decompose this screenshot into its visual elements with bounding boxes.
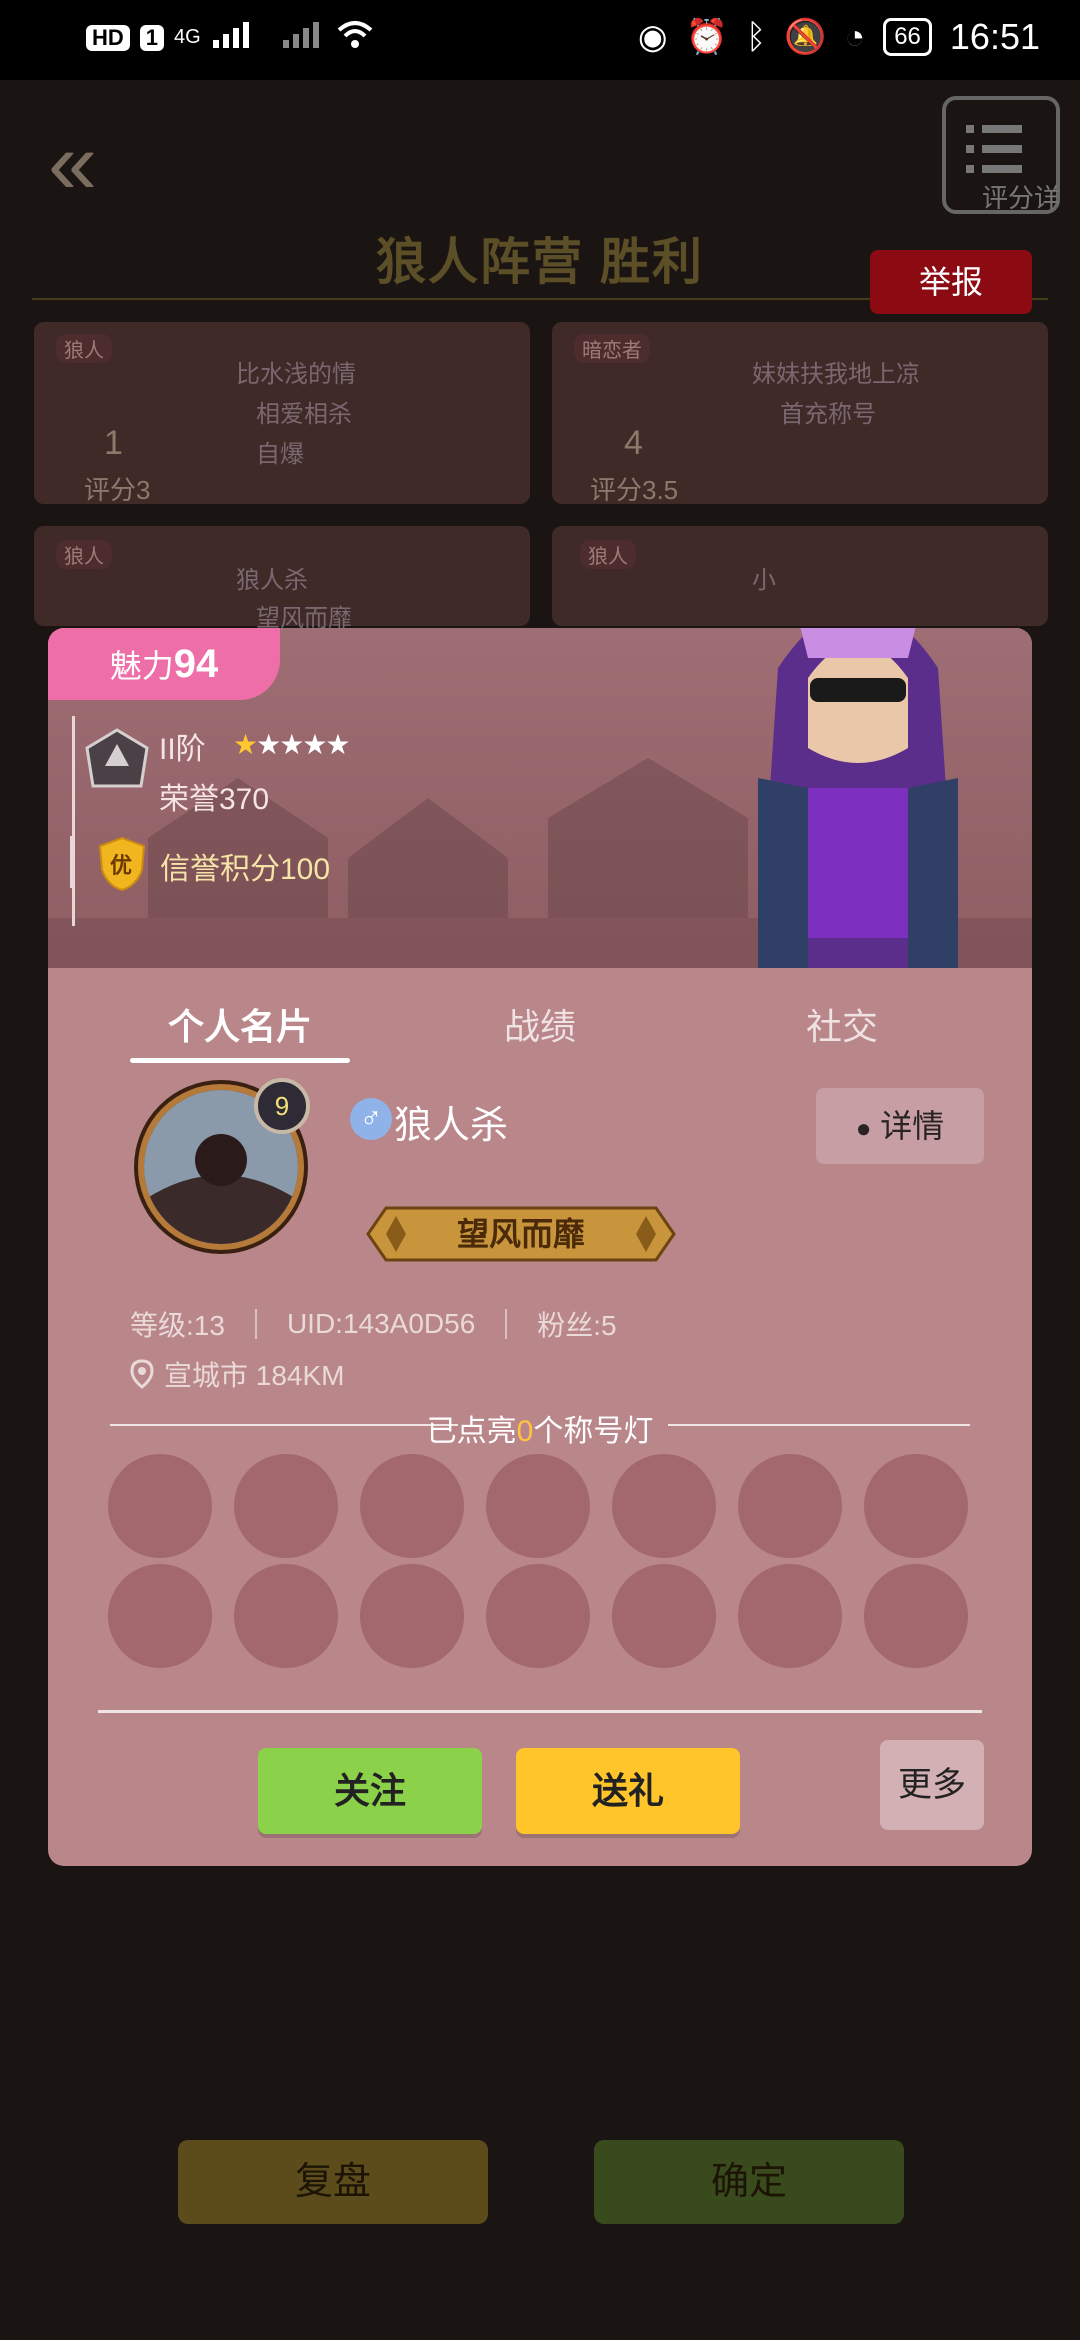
charm-label: 魅力 [109, 648, 174, 684]
title-lamp[interactable] [738, 1564, 842, 1668]
tab-profile-card[interactable]: 个人名片 [130, 998, 350, 1050]
role-tag: 狼人 [56, 334, 112, 363]
title-lamp[interactable] [612, 1564, 716, 1668]
lamp-count: 0 [516, 1415, 534, 1448]
role-tag: 狼人 [56, 540, 112, 569]
player-tag: 相爱相杀 [256, 401, 352, 428]
player-tag: 首充称号 [780, 401, 876, 428]
rank-emblem-icon [85, 728, 149, 788]
profile-tabs: 个人名片 战绩 社交 [48, 968, 1032, 1068]
tab-record[interactable]: 战绩 [430, 998, 650, 1050]
lamp-suffix: 个称号灯 [533, 1415, 654, 1448]
player-level: 等级:13 [130, 1310, 225, 1341]
action-divider [98, 1710, 982, 1713]
title-lamp[interactable] [234, 1454, 338, 1558]
alarm-icon: ⏰ [685, 18, 728, 56]
title-lamp[interactable] [864, 1454, 968, 1558]
sim-indicator: 1 [139, 24, 165, 51]
active-tab-indicator [130, 1058, 350, 1063]
signal-icon-2 [281, 18, 325, 57]
lamp-prefix: 已点亮 [426, 1415, 517, 1448]
title-lamp-header: 已点亮0个称号灯 [48, 1406, 1032, 1450]
bluetooth-icon: ᛒ [745, 17, 767, 56]
more-button[interactable]: 更多 [880, 1740, 984, 1830]
player-profile-dialog: 魅力94 II阶 ★★★★★ 荣誉370 优 信誉积分100 个人名片 战绩 社… [48, 628, 1032, 1866]
confirm-button[interactable]: 确定 [594, 2140, 904, 2224]
gift-button[interactable]: 送礼 [516, 1748, 740, 1834]
rank-level: II阶 [159, 733, 206, 766]
player-nickname: 狼人杀 [394, 1105, 509, 1147]
location-text: 宣城市 184KM [164, 1360, 345, 1391]
speed-icon: ◔ [844, 17, 866, 56]
title-lamp[interactable] [612, 1454, 716, 1558]
title-lamp[interactable] [360, 1454, 464, 1558]
eye-icon: ◉ [637, 18, 668, 56]
detail-button[interactable]: ● 详情 [816, 1088, 984, 1164]
player-fans: 粉丝:5 [537, 1310, 617, 1341]
rank-block: II阶 ★★★★★ 荣誉370 [72, 716, 395, 926]
title-lamp[interactable] [486, 1564, 590, 1668]
stats-separator [505, 1309, 508, 1339]
player-name: 妹妹扶我地上凉 [752, 361, 920, 388]
tab-social[interactable]: 社交 [732, 998, 952, 1050]
title-lamp[interactable] [738, 1454, 842, 1558]
player-extra: 自爆 [256, 441, 304, 468]
rate-detail-label: 评分详 [981, 183, 1060, 213]
follow-button[interactable]: 关注 [258, 1748, 482, 1834]
player-uid: UID:143A0D56 [286, 1308, 476, 1339]
player-location: 宣城市 184KM [130, 1354, 345, 1394]
title-lamp[interactable] [108, 1454, 212, 1558]
battery-indicator: 66 [883, 18, 932, 56]
mute-icon: 🔕 [784, 18, 827, 56]
credit-badge-label: 优 [110, 853, 133, 878]
player-name: 比水浅的情 [236, 361, 356, 388]
level-badge: 9 [254, 1078, 310, 1134]
wifi-icon [335, 18, 375, 57]
back-arrow-icon[interactable]: « [48, 112, 97, 214]
title-lamp[interactable] [360, 1564, 464, 1668]
title-lamp[interactable] [486, 1454, 590, 1558]
location-pin-icon [130, 1359, 154, 1389]
clock: 16:51 [949, 16, 1040, 57]
replay-button[interactable]: 复盘 [178, 2140, 488, 2224]
title-badge-text: 望风而靡 [456, 1216, 585, 1252]
hd-indicator: HD [86, 24, 130, 51]
title-lamp-grid [108, 1454, 984, 1668]
seat-number: 4 [624, 424, 643, 462]
charm-badge: 魅力94 [48, 628, 280, 700]
player-score: 评分3 [84, 475, 151, 505]
title-lamp[interactable] [234, 1564, 338, 1668]
credit-score: 信誉积分100 [160, 853, 331, 886]
status-bar: HD 1 4G ◉ ⏰ ᛒ 🔕 ◔ 66 16:51 [0, 0, 1080, 80]
title-lamp[interactable] [108, 1564, 212, 1668]
player-name: 狼人杀 [236, 567, 308, 594]
profile-header: 魅力94 II阶 ★★★★★ 荣誉370 优 信誉积分100 [48, 628, 1032, 968]
signal-icon [211, 18, 271, 57]
rank-stars: ★★★★★ [233, 729, 351, 760]
charm-value: 94 [173, 642, 219, 686]
character-avatar-image [758, 628, 958, 968]
detail-label: 详情 [880, 1108, 945, 1144]
honor-value: 荣誉370 [159, 783, 270, 816]
report-button[interactable]: 举报 [870, 250, 1032, 314]
player-name: 小 [752, 567, 776, 594]
person-icon: ● [855, 1113, 872, 1143]
role-tag: 狼人 [580, 540, 636, 569]
male-gender-icon: ♂ [350, 1098, 392, 1140]
stats-separator [254, 1309, 257, 1339]
credit-divider [70, 836, 73, 888]
network-type: 4G [174, 26, 201, 48]
player-score: 评分3.5 [590, 475, 679, 505]
title-lamp[interactable] [864, 1564, 968, 1668]
seat-number: 1 [104, 424, 123, 462]
role-tag: 暗恋者 [574, 334, 650, 363]
player-stats: 等级:13 UID:143A0D56 粉丝:5 [130, 1304, 617, 1344]
